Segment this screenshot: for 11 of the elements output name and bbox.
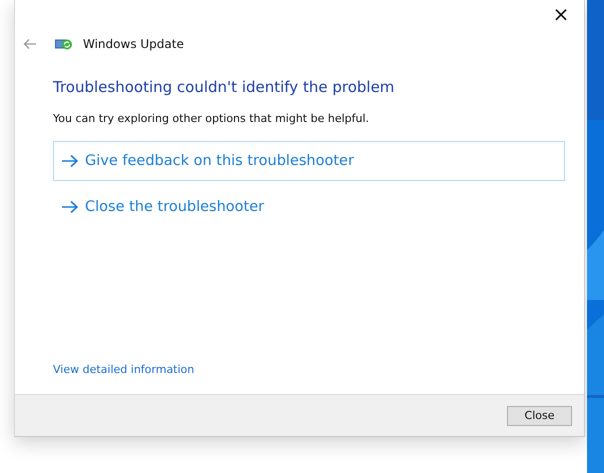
close-dialog-button[interactable]: Close <box>507 406 572 426</box>
details-link[interactable]: View detailed information <box>53 363 194 376</box>
right-arrow-icon <box>61 200 79 214</box>
option-link[interactable]: Give feedback on this troubleshooter <box>53 141 565 181</box>
result-heading: Troubleshooting couldn't identify the problem <box>53 78 396 96</box>
back-arrow-icon[interactable] <box>23 38 37 50</box>
description-text: You can try exploring other options that might be helpful. <box>53 112 370 125</box>
update-icon <box>55 38 73 50</box>
close-button[interactable]: × <box>538 0 584 28</box>
right-arrow-icon <box>61 154 79 168</box>
window-title: Windows Update <box>83 37 184 51</box>
